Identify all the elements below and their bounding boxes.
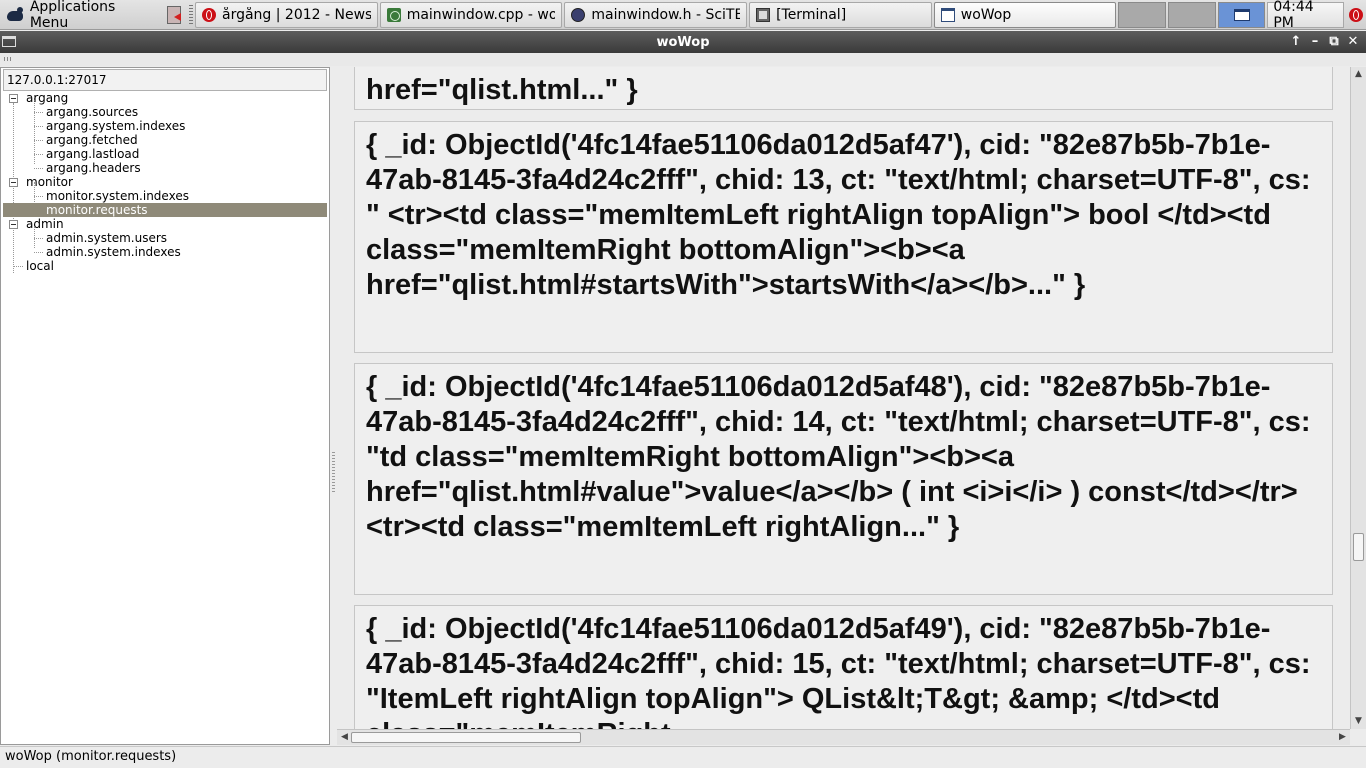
workspace-2[interactable] [1168,1,1216,28]
xfce-mouse-icon [4,6,26,24]
tree-collection-label: argang.headers [46,161,141,175]
tree-collection[interactable]: monitor.system.indexes [1,189,329,203]
panel-grip [189,4,193,25]
documents-panel: href="qlist.html..." } { _id: ObjectId('… [337,67,1366,745]
tree-collection-label: admin.system.users [46,231,168,245]
tree-collection-label: admin.system.indexes [46,245,181,259]
tree-collection-selected[interactable]: monitor.requests [3,203,327,217]
logout-launcher-button[interactable] [163,4,185,26]
tree-collection-label: monitor.system.indexes [46,189,189,203]
window-titlebar[interactable]: woWop ↑ – ⧉ ✕ [0,31,1366,53]
documents-viewport: href="qlist.html..." } { _id: ObjectId('… [337,67,1350,729]
scroll-up-icon[interactable]: ▲ [1353,69,1364,80]
database-tree: argang argang.sources argang.system.inde… [1,91,329,273]
task-opera[interactable]: årgång | 2012 - News ... [195,1,378,28]
tree-collection[interactable]: argang.system.indexes [1,119,329,133]
database-tree-panel: 127.0.0.1:27017 argang argang.sources ar… [0,67,330,745]
maximize-button[interactable]: ⧉ [1327,34,1341,50]
task-label: mainwindow.cpp - wo... [406,6,556,23]
tree-db-label: admin [26,217,64,231]
scite-icon [571,7,586,22]
terminal-icon [756,7,771,22]
document-card: { _id: ObjectId('4fc14fae51106da012d5af4… [354,121,1333,353]
task-scite-cpp[interactable]: mainwindow.cpp - wo... [379,1,563,28]
workspace-3[interactable] [1217,1,1266,28]
status-bar: woWop (monitor.requests) [0,746,1366,768]
scroll-right-icon[interactable]: ▶ [1337,732,1348,743]
minimize-button[interactable]: – [1308,34,1322,50]
document-card: { _id: ObjectId('4fc14fae51106da012d5af4… [354,363,1333,595]
tree-collection[interactable]: argang.fetched [1,133,329,147]
scroll-down-icon[interactable]: ▼ [1353,716,1364,727]
clock[interactable]: 04:44 PM [1267,0,1345,31]
tree-db-argang[interactable]: argang [1,91,329,105]
task-label: woWop [960,6,1012,23]
shade-button[interactable]: ↑ [1289,34,1303,50]
task-wowop[interactable]: woWop [933,1,1117,28]
collapse-icon[interactable] [9,178,18,187]
toolbar-handle [0,53,1366,66]
task-terminal[interactable]: [Terminal] [749,1,932,28]
window-thumbnail-icon [1233,8,1250,21]
tree-db-label: monitor [26,175,73,189]
document-card: { _id: ObjectId('4fc14fae51106da012d5af4… [354,605,1333,729]
tray-opera[interactable] [1346,2,1366,28]
applications-menu-label: Applications Menu [29,0,116,31]
tree-collection[interactable]: argang.sources [1,105,329,119]
collapse-icon[interactable] [9,94,18,103]
document-card: href="qlist.html..." } [354,67,1333,110]
splitter-grip [332,452,335,492]
taskbar: Applications Menu årgång | 2012 - News .… [0,0,1366,31]
connection-address: 127.0.0.1:27017 [3,69,327,91]
applications-menu-button[interactable]: Applications Menu [0,0,163,31]
close-button[interactable]: ✕ [1346,34,1360,50]
tree-collection-label: argang.sources [46,105,139,119]
task-scite-h[interactable]: mainwindow.h - SciTE [564,1,748,28]
window-title: woWop [656,34,710,50]
opera-icon [202,7,216,22]
logout-icon [167,5,182,24]
tree-collection-label: monitor.requests [46,203,148,217]
workspace-1[interactable] [1118,1,1167,28]
vertical-scrollbar[interactable]: ▲ ▼ [1350,67,1366,729]
tree-db-label: local [26,259,54,273]
tree-collection[interactable]: admin.system.users [1,231,329,245]
toolbar-grip[interactable] [4,57,12,61]
task-label: årgång | 2012 - News ... [222,6,371,23]
scroll-corner [1350,729,1366,745]
window-icon [940,7,955,22]
window-menu-icon[interactable] [2,36,16,47]
horizontal-scroll-thumb[interactable] [351,732,581,743]
opera-icon [1349,7,1364,22]
tree-db-label: argang [26,91,69,105]
tree-collection-label: argang.lastload [46,147,140,161]
task-label: [Terminal] [776,6,847,23]
tree-db-monitor[interactable]: monitor [1,175,329,189]
vertical-scroll-thumb[interactable] [1353,533,1364,561]
scite-icon [386,7,401,22]
task-label: mainwindow.h - SciTE [591,6,741,23]
tree-collection[interactable]: argang.headers [1,161,329,175]
tree-db-admin[interactable]: admin [1,217,329,231]
collapse-icon[interactable] [9,220,18,229]
tree-collection[interactable]: argang.lastload [1,147,329,161]
horizontal-scrollbar[interactable]: ◀ ▶ [337,729,1350,745]
tree-collection-label: argang.system.indexes [46,119,186,133]
tree-collection-label: argang.fetched [46,133,138,147]
tree-db-local[interactable]: local [1,259,329,273]
tree-collection[interactable]: admin.system.indexes [1,245,329,259]
scroll-left-icon[interactable]: ◀ [339,732,350,743]
